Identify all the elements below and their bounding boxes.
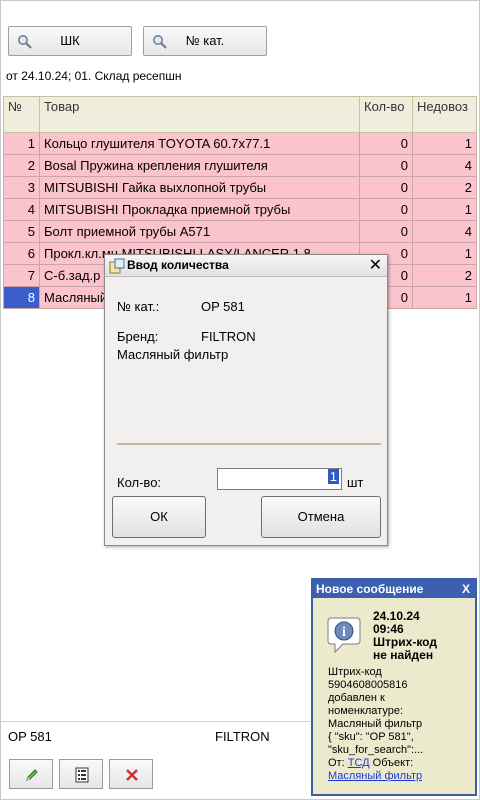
footer-divider	[0, 721, 310, 722]
notification-headline: 24.10.24 09:46 Штрих-код не найден	[373, 610, 437, 662]
row-underdelivery: 1	[412, 198, 477, 221]
quantity-dialog: Ввод количества ✕ № кат.: OP 581 Бренд: …	[104, 254, 388, 546]
catalog-search-label: № кат.	[185, 33, 225, 48]
table-row[interactable]: 5 Болт приемной трубы A571 0 4	[3, 220, 477, 243]
row-quantity: 0	[359, 198, 413, 221]
row-number: 4	[3, 198, 40, 221]
quantity-input-value: 1	[327, 469, 339, 484]
list-button[interactable]	[59, 759, 103, 789]
notification-line: { "sku": "OP 581",	[328, 731, 414, 743]
svg-text:i: i	[342, 625, 346, 640]
row-underdelivery: 2	[412, 264, 477, 287]
cancel-button[interactable]: Отмена	[261, 496, 381, 538]
delete-button[interactable]	[109, 759, 153, 789]
column-header-number[interactable]: №	[3, 96, 40, 133]
search-icon	[18, 35, 32, 49]
notification-line: Штрих-код	[328, 666, 382, 678]
column-header-underdelivery[interactable]: Недовоз	[412, 96, 477, 133]
row-number: 8	[3, 286, 40, 309]
notification-line: добавлен к	[328, 692, 385, 704]
from-label: От:	[328, 757, 345, 769]
notification-line: 5904608005816	[328, 679, 408, 691]
table-row[interactable]: 3 MITSUBISHI Гайка выхлопной трубы 0 2	[3, 176, 477, 199]
list-icon	[75, 767, 89, 783]
notification-popup: Новое сообщение X i 24.10.24 09:46 Штрих…	[311, 578, 477, 796]
row-underdelivery: 2	[412, 176, 477, 199]
row-quantity: 0	[359, 154, 413, 177]
row-quantity: 0	[359, 176, 413, 199]
from-link[interactable]: ТСД	[348, 757, 370, 769]
barcode-search-button[interactable]: ШК	[8, 26, 132, 56]
notification-headline-line2: не найден	[373, 648, 434, 662]
product-name: Масляный фильтр	[117, 347, 229, 362]
row-number: 1	[3, 132, 40, 155]
notification-title: Новое сообщение	[316, 582, 424, 596]
unit-label: шт	[347, 475, 364, 490]
row-underdelivery: 1	[412, 286, 477, 309]
brand-label: Бренд:	[117, 329, 159, 344]
row-product: Кольцо глушителя TOYOTA 60.7x77.1	[39, 132, 360, 155]
catalog-number-label: № кат.:	[117, 299, 160, 314]
catalog-search-button[interactable]: № кат.	[143, 26, 267, 56]
row-underdelivery: 1	[412, 132, 477, 155]
row-underdelivery: 4	[412, 154, 477, 177]
brand-value: FILTRON	[201, 329, 256, 344]
info-icon: i	[327, 617, 361, 654]
edit-button[interactable]	[9, 759, 53, 789]
row-underdelivery: 4	[412, 220, 477, 243]
row-number: 2	[3, 154, 40, 177]
app-icon	[109, 258, 125, 274]
delete-icon	[126, 769, 138, 781]
column-header-product[interactable]: Товар	[39, 96, 360, 133]
row-quantity: 0	[359, 132, 413, 155]
dialog-title: Ввод количества	[127, 258, 229, 272]
column-header-quantity[interactable]: Кол-во	[359, 96, 413, 133]
notification-line: Масляный фильтр	[328, 718, 423, 730]
search-icon	[153, 35, 167, 49]
notification-body: Штрих-код 5904608005816 добавлен к номен…	[328, 666, 474, 783]
notification-from-line: От: ТСД Объект:	[328, 757, 474, 770]
notification-line: "sku_for_search":...	[328, 744, 424, 756]
pencil-icon	[26, 769, 38, 781]
table-header: № Товар Кол-во Недовоз	[3, 96, 477, 133]
footer-sku: OP 581	[8, 729, 52, 744]
object-label: Объект:	[372, 757, 414, 769]
barcode-search-label: ШК	[60, 33, 80, 48]
row-number: 6	[3, 242, 40, 265]
row-number: 7	[3, 264, 40, 287]
row-product: Болт приемной трубы A571	[39, 220, 360, 243]
ok-button[interactable]: ОК	[112, 496, 206, 538]
document-header: от 24.10.24; 01. Склад ресепшн	[6, 69, 182, 83]
row-quantity: 0	[359, 220, 413, 243]
dialog-titlebar: Ввод количества ✕	[105, 255, 387, 277]
catalog-number-value: OP 581	[201, 299, 245, 314]
table-row[interactable]: 2 Bosal Пружина крепления глушителя 0 4	[3, 154, 477, 177]
row-product: MITSUBISHI Прокладка приемной трубы	[39, 198, 360, 221]
table-row[interactable]: 1 Кольцо глушителя TOYOTA 60.7x77.1 0 1	[3, 132, 477, 155]
dialog-divider	[117, 443, 381, 445]
notification-header: Новое сообщение X	[313, 580, 475, 598]
row-product: MITSUBISHI Гайка выхлопной трубы	[39, 176, 360, 199]
quantity-input[interactable]: 1	[217, 468, 342, 490]
close-icon[interactable]: ✕	[369, 255, 382, 275]
row-product: Bosal Пружина крепления глушителя	[39, 154, 360, 177]
table-row[interactable]: 4 MITSUBISHI Прокладка приемной трубы 0 …	[3, 198, 477, 221]
footer-brand: FILTRON	[215, 729, 270, 744]
quantity-label: Кол-во:	[117, 475, 162, 490]
row-underdelivery: 1	[412, 242, 477, 265]
notification-line: номенклатуре:	[328, 705, 404, 717]
notification-close-button[interactable]: X	[462, 580, 470, 598]
row-number: 5	[3, 220, 40, 243]
row-number: 3	[3, 176, 40, 199]
object-link[interactable]: Масляный фильтр	[328, 770, 474, 783]
